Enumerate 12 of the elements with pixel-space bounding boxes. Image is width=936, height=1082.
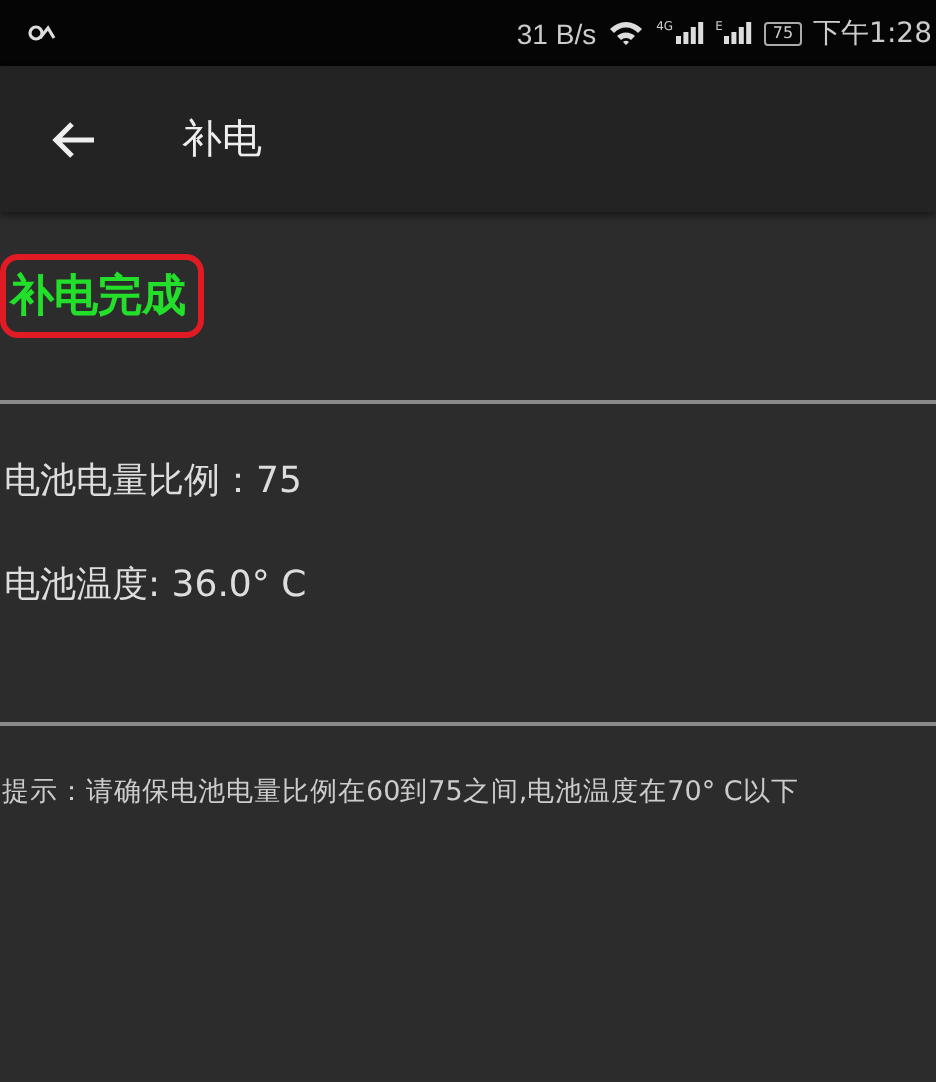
signal-icon: [675, 22, 704, 44]
info-text: 电池电量比例：75: [4, 458, 304, 506]
result-status: 补电完成: [0, 254, 204, 338]
battery-indicator: 75: [764, 21, 802, 45]
hint-text: 提示：请确保电池电量比例在60到75之间,电池温度在70° C以下: [0, 774, 801, 810]
info-text: 电池温度: 36.0° C: [4, 562, 309, 610]
clock: 下午1:28: [813, 15, 934, 51]
wifi-icon: [608, 20, 645, 46]
notification-icon: [28, 24, 56, 42]
signal-icon: [724, 22, 753, 44]
network-speed: 31 B/s: [516, 17, 597, 49]
page-title: 补电: [182, 112, 262, 166]
